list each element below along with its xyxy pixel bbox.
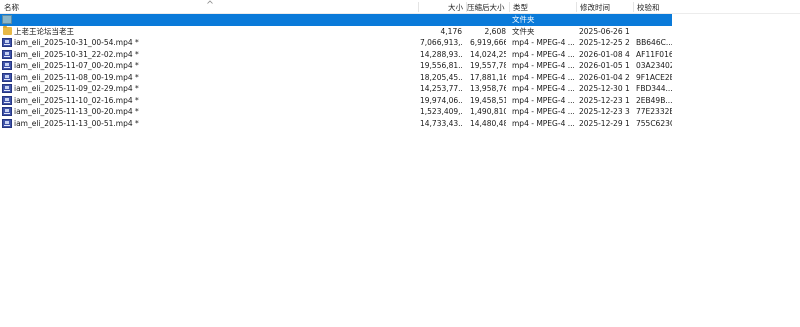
type-cell: mp4 - MPEG-4 ... (512, 84, 574, 93)
crc-cell: AF11F016 (636, 49, 672, 59)
name-cell: iam_eli_2025-11-10_02-16.mp4 * (14, 95, 139, 105)
modified-cell: 2026-01-05 1 (579, 61, 630, 70)
column-divider[interactable] (509, 2, 510, 12)
packed-size-cell: 13,958,76... (470, 84, 506, 93)
size-cell: 19,556,81... (420, 61, 462, 70)
crc-cell: 9F1ACE2B (636, 72, 672, 82)
list-item[interactable]: iam_eli_2025-10-31_00-54.mp4 * 7,066,913… (0, 37, 672, 49)
modified-cell: 2025-12-25 2 (579, 38, 630, 47)
crc-cell: BB646C... (636, 38, 672, 47)
packed-size-cell: 2,608 (484, 26, 506, 36)
video-file-icon (2, 107, 12, 116)
name-cell: iam_eli_2025-11-09_02-29.mp4 * (14, 84, 139, 93)
folder-icon (3, 25, 12, 35)
type-cell: mp4 - MPEG-4 ... (512, 61, 574, 70)
list-item[interactable]: iam_eli_2025-11-09_02-29.mp4 * 14,253,77… (0, 83, 672, 95)
type-cell: 文件夹 (512, 15, 535, 24)
list-item[interactable]: iam_eli_2025-11-07_00-20.mp4 * 19,556,81… (0, 60, 672, 72)
video-file-icon (2, 61, 12, 70)
modified-cell: 2025-12-30 1 (579, 84, 630, 93)
size-cell: 14,253,77... (420, 84, 462, 93)
column-header-type[interactable]: 类型 (513, 3, 528, 13)
column-divider[interactable] (633, 2, 634, 12)
list-item[interactable]: iam_eli_2025-11-08_00-19.mp4 * 18,205,45… (0, 72, 672, 84)
list-item[interactable]: iam_eli_2025-10-31_22-02.mp4 * 14,288,93… (0, 49, 672, 61)
parent-folder-row[interactable]: 文件夹 (0, 14, 672, 26)
name-cell: iam_eli_2025-11-13_00-51.mp4 * (14, 118, 139, 128)
size-cell: 4,176 (440, 26, 462, 36)
size-cell: 14,733,43... (420, 118, 462, 128)
size-cell: 18,205,45... (420, 72, 462, 82)
type-cell: mp4 - MPEG-4 ... (512, 38, 574, 47)
modified-cell: 2025-12-23 3 (579, 107, 630, 116)
size-cell: 14,288,93... (420, 49, 462, 59)
name-cell: iam_eli_2025-11-07_00-20.mp4 * (14, 61, 139, 70)
crc-cell: 755C623C (636, 118, 672, 128)
name-cell: 上老王论坛当老王 (14, 26, 74, 36)
name-cell: iam_eli_2025-10-31_00-54.mp4 * (14, 38, 139, 47)
packed-size-cell: 1,490,810,... (470, 107, 506, 116)
crc-cell: 77E2332E (636, 107, 672, 116)
name-cell: iam_eli_2025-11-13_00-20.mp4 * (14, 107, 139, 116)
packed-size-cell: 14,024,25... (470, 49, 506, 59)
name-cell: iam_eli_2025-11-08_00-19.mp4 * (14, 72, 139, 82)
video-file-icon (2, 38, 12, 47)
modified-cell: 2026-01-04 2 (579, 72, 630, 82)
video-file-icon (2, 118, 12, 128)
modified-cell: 2026-01-08 4 (579, 49, 630, 59)
size-cell: 7,066,913,... (420, 38, 462, 47)
column-header-name[interactable]: 名称 (4, 3, 19, 13)
column-header-packed-size[interactable]: 压缩后大小 (467, 3, 505, 13)
column-header-modified[interactable]: 修改时间 (580, 3, 610, 13)
size-cell: 1,523,409,... (420, 107, 462, 116)
crc-cell: 03A23402 (636, 61, 672, 70)
type-cell: mp4 - MPEG-4 ... (512, 95, 574, 105)
crc-cell: FBD344... (636, 84, 672, 93)
list-item[interactable]: iam_eli_2025-11-10_02-16.mp4 * 19,974,06… (0, 95, 672, 107)
video-file-icon (2, 84, 12, 93)
type-cell: 文件夹 (512, 26, 535, 36)
packed-size-cell: 17,881,16... (470, 72, 506, 82)
modified-cell: 2025-12-23 1 (579, 95, 630, 105)
packed-size-cell: 6,919,666,... (470, 38, 506, 47)
column-divider[interactable] (418, 2, 419, 12)
type-cell: mp4 - MPEG-4 ... (512, 72, 574, 82)
modified-cell: 2025-12-29 1 (579, 118, 630, 128)
packed-size-cell: 19,557,78... (470, 61, 506, 70)
column-divider[interactable] (576, 2, 577, 12)
file-list: 文件夹 上老王论坛当老王 4,176 2,608 文件夹 2025-06-26 … (0, 14, 672, 129)
type-cell: mp4 - MPEG-4 ... (512, 49, 574, 59)
video-file-icon (2, 72, 12, 82)
type-cell: mp4 - MPEG-4 ... (512, 118, 574, 128)
column-header-crc[interactable]: 校验和 (637, 3, 660, 13)
column-header-bar: 名称 大小 压缩后大小 类型 修改时间 校验和 (0, 0, 800, 13)
modified-cell: 2025-06-26 1 (579, 26, 630, 36)
parent-folder-icon (2, 15, 12, 24)
list-item[interactable]: iam_eli_2025-11-13_00-20.mp4 * 1,523,409… (0, 106, 672, 118)
list-item[interactable]: iam_eli_2025-11-13_00-51.mp4 * 14,733,43… (0, 118, 672, 130)
empty-pane (672, 14, 800, 327)
video-file-icon (2, 95, 12, 105)
packed-size-cell: 14,480,48... (470, 118, 506, 128)
video-file-icon (2, 49, 12, 59)
packed-size-cell: 19,458,51... (470, 95, 506, 105)
crc-cell: 2EB49B... (636, 95, 672, 105)
type-cell: mp4 - MPEG-4 ... (512, 107, 574, 116)
sort-ascending-icon (207, 0, 213, 4)
column-header-size[interactable]: 大小 (448, 3, 463, 13)
crc-cell (636, 26, 672, 38)
name-cell: iam_eli_2025-10-31_22-02.mp4 * (14, 49, 139, 59)
size-cell: 19,974,06... (420, 95, 462, 105)
list-item[interactable]: 上老王论坛当老王 4,176 2,608 文件夹 2025-06-26 1 (0, 25, 672, 38)
